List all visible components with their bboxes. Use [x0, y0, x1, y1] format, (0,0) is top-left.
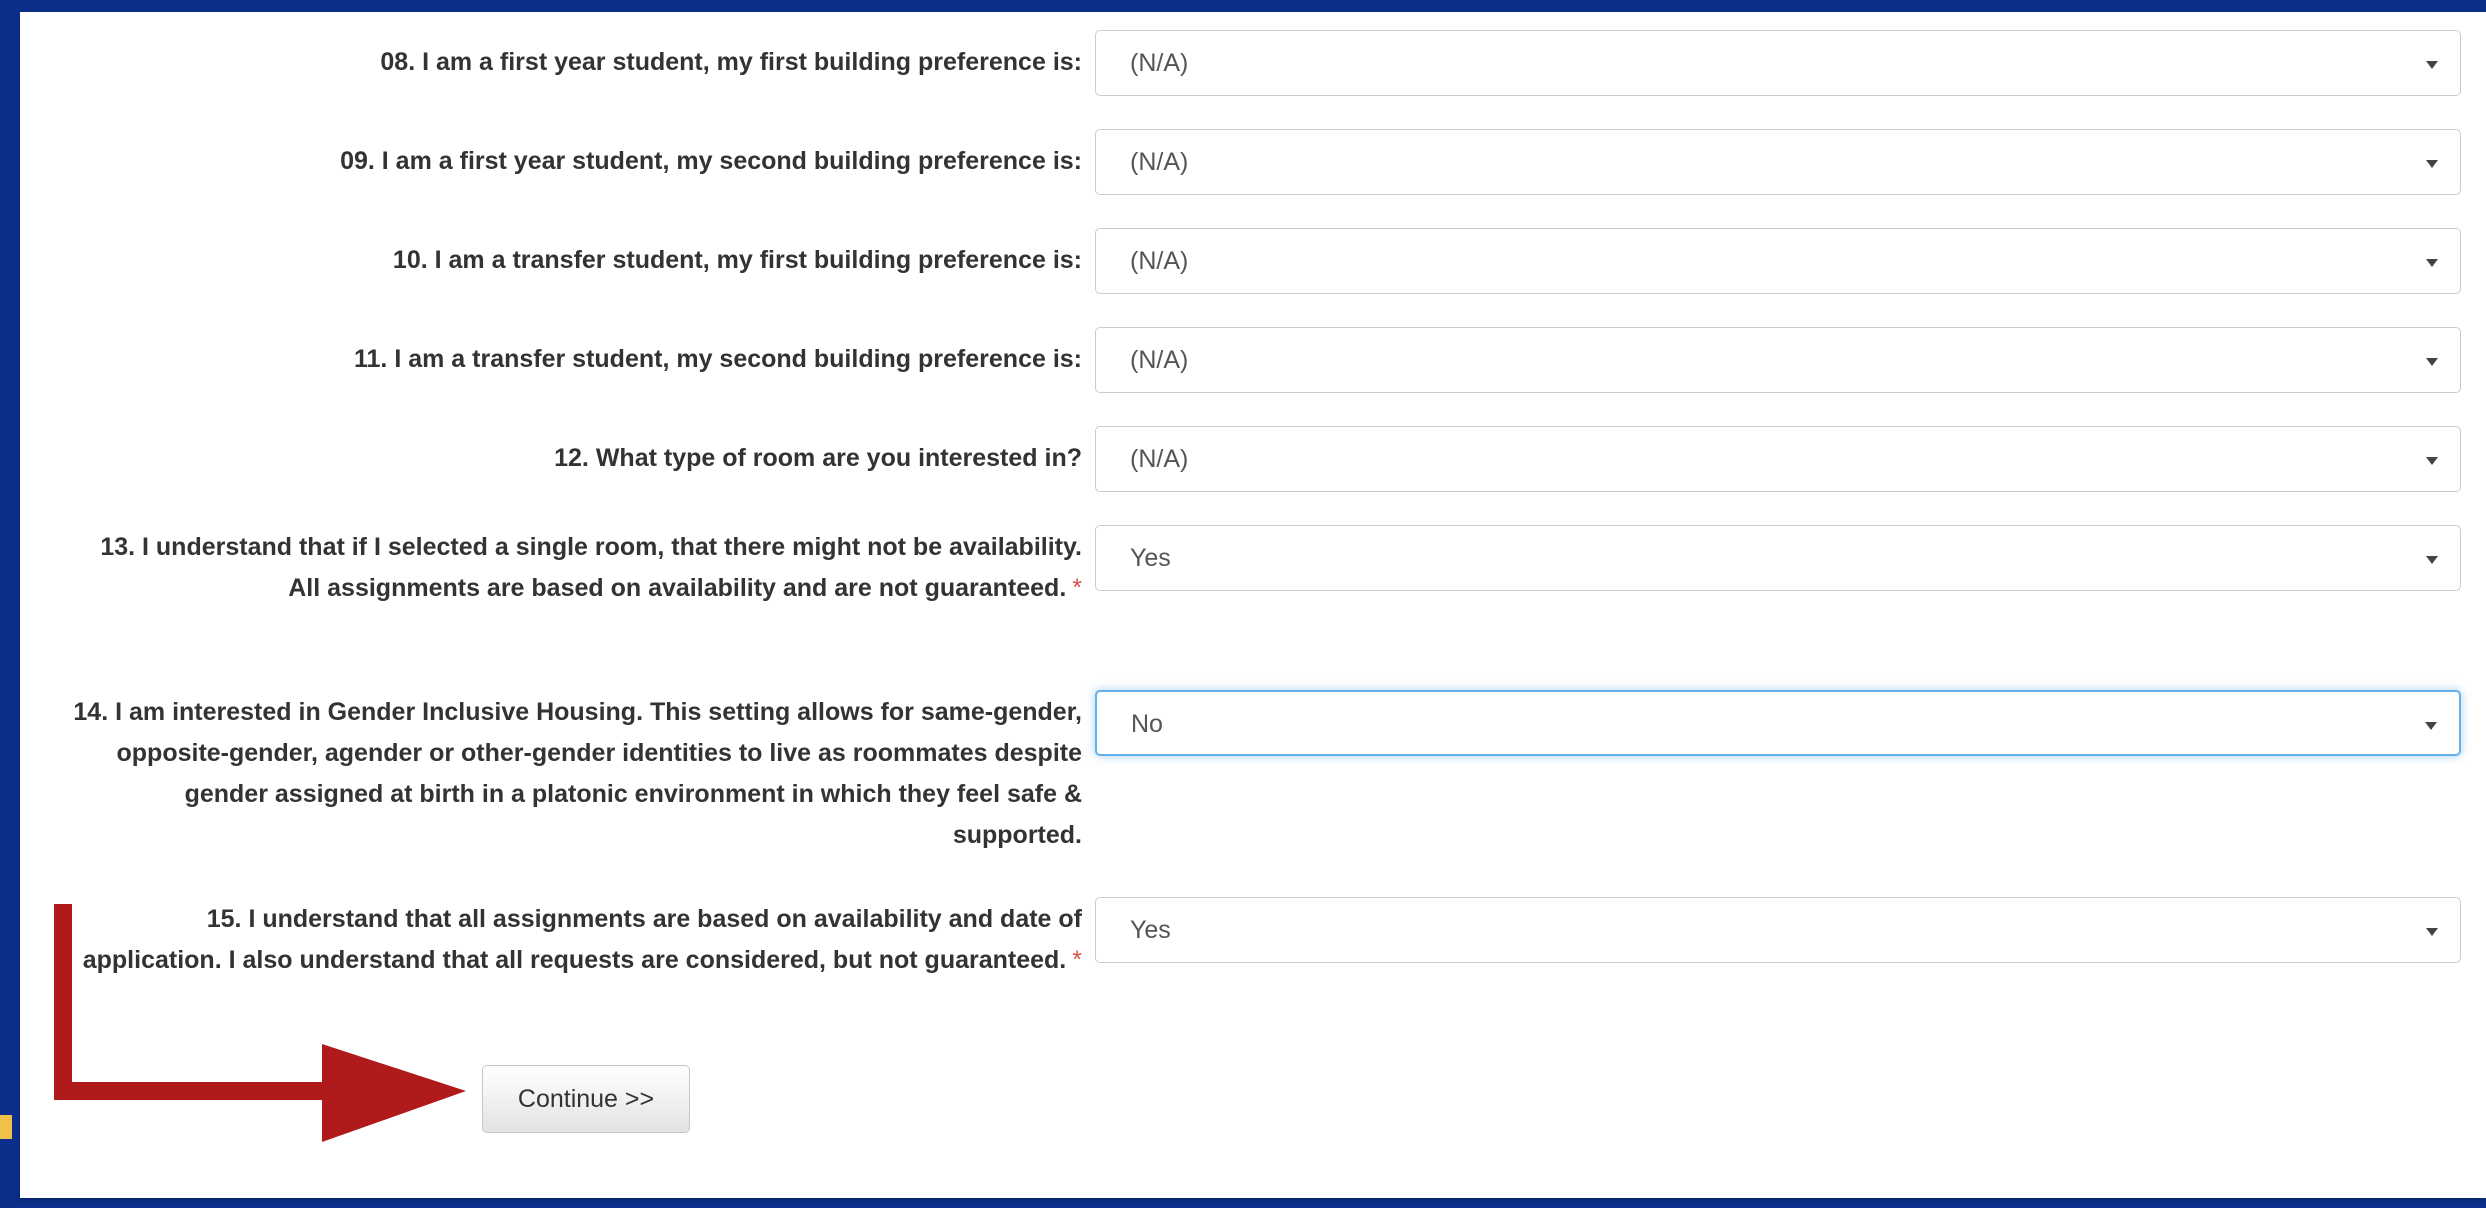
select-single-room-acknowledgement[interactable]: Yes: [1095, 525, 2461, 591]
question-text: 15. I understand that all assignments ar…: [82, 905, 1082, 974]
select-value: Yes: [1130, 916, 1171, 944]
question-label-10: 10. I am a transfer student, my first bu…: [70, 240, 1082, 281]
select-transfer-second-building[interactable]: (N/A): [1095, 327, 2461, 393]
form-panel: 08. I am a first year student, my first …: [20, 12, 2486, 1198]
question-text: 08. I am a first year student, my first …: [380, 48, 1082, 76]
select-value: (N/A): [1130, 148, 1189, 176]
question-text: 12. What type of room are you interested…: [554, 444, 1082, 472]
caret-down-icon: [2426, 457, 2438, 465]
caret-down-icon: [2425, 722, 2437, 730]
select-room-type[interactable]: (N/A): [1095, 426, 2461, 492]
question-text: 13. I understand that if I selected a si…: [100, 533, 1082, 602]
select-value: (N/A): [1130, 247, 1189, 275]
select-first-year-second-building[interactable]: (N/A): [1095, 129, 2461, 195]
question-label-09: 09. I am a first year student, my second…: [70, 141, 1082, 182]
continue-button[interactable]: Continue >>: [482, 1065, 690, 1133]
question-label-14: 14. I am interested in Gender Inclusive …: [70, 692, 1082, 856]
select-value: Yes: [1130, 544, 1171, 572]
select-value: (N/A): [1130, 346, 1189, 374]
question-text: 11. I am a transfer student, my second b…: [354, 345, 1082, 373]
select-transfer-first-building[interactable]: (N/A): [1095, 228, 2461, 294]
caret-down-icon: [2426, 160, 2438, 168]
required-marker: *: [1072, 574, 1082, 602]
question-text: 14. I am interested in Gender Inclusive …: [73, 698, 1082, 849]
select-gender-inclusive-housing[interactable]: No: [1095, 690, 2461, 756]
question-label-12: 12. What type of room are you interested…: [70, 438, 1082, 479]
required-marker: *: [1072, 946, 1082, 974]
question-label-08: 08. I am a first year student, my first …: [70, 42, 1082, 83]
question-text: 10. I am a transfer student, my first bu…: [392, 246, 1082, 274]
question-label-13: 13. I understand that if I selected a si…: [70, 527, 1082, 609]
caret-down-icon: [2426, 358, 2438, 366]
caret-down-icon: [2426, 928, 2438, 936]
caret-down-icon: [2426, 556, 2438, 564]
select-value: No: [1131, 710, 1163, 738]
select-value: (N/A): [1130, 445, 1189, 473]
side-accent-bar: [0, 1115, 12, 1139]
question-label-15: 15. I understand that all assignments ar…: [70, 899, 1082, 981]
caret-down-icon: [2426, 259, 2438, 267]
question-label-11: 11. I am a transfer student, my second b…: [70, 339, 1082, 380]
select-value: (N/A): [1130, 49, 1189, 77]
select-assignment-acknowledgement[interactable]: Yes: [1095, 897, 2461, 963]
select-first-year-first-building[interactable]: (N/A): [1095, 30, 2461, 96]
caret-down-icon: [2426, 61, 2438, 69]
question-text: 09. I am a first year student, my second…: [340, 147, 1082, 175]
